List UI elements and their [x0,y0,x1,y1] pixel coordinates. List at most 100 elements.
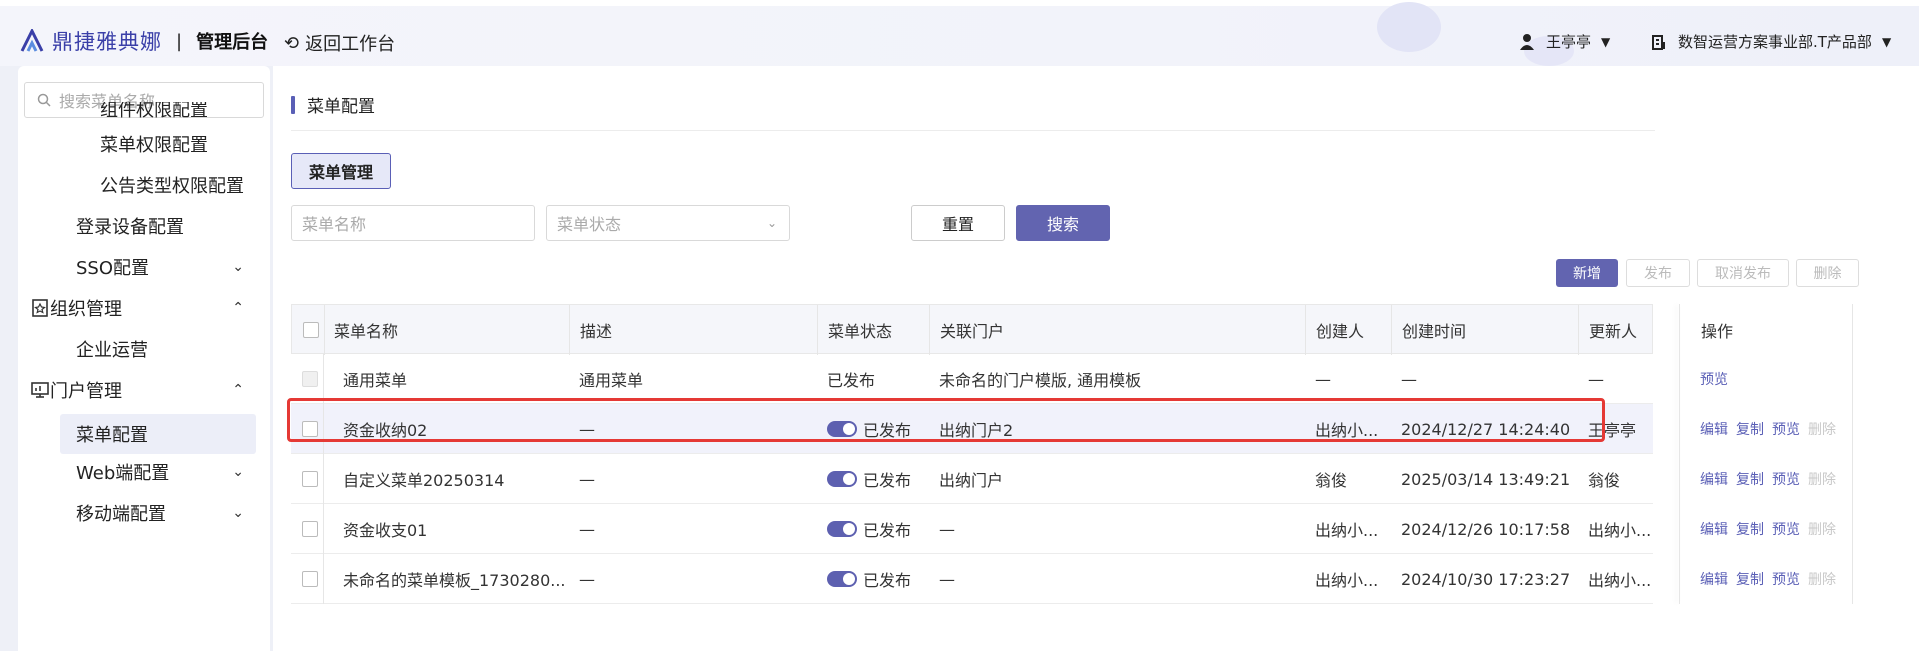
sidebar-item-sso[interactable]: SSO配置 ⌄ [18,247,270,287]
cell-updater: 王亭亭 [1588,421,1637,440]
user-name: 王亭亭 [1546,33,1592,51]
table-row[interactable]: 资金收纳02 — 已发布 出纳门户2 出纳小... 2024/12/27 14:… [291,404,1836,454]
column-header[interactable]: 描述 [570,305,818,355]
cell-status[interactable]: 已发布 [817,504,929,554]
column-header[interactable]: 关联门户 [930,305,1306,355]
row-checkbox[interactable] [302,571,318,587]
column-header[interactable]: 更新人 [1579,305,1667,355]
caret-down-icon: ▼ [1601,34,1611,49]
sidebar-item-menu-permission[interactable]: 菜单权限配置 [18,124,270,164]
publish-toggle[interactable] [827,471,857,487]
table-right-border [1852,304,1853,604]
publish-toggle[interactable] [827,521,857,537]
preview-link[interactable]: 预览 [1772,469,1800,489]
search-button[interactable]: 搜索 [1016,205,1110,241]
edit-link[interactable]: 编辑 [1700,419,1728,439]
cell-desc: — [579,519,595,539]
column-header[interactable]: 菜单名称 [324,305,570,355]
cell-desc: — [579,469,595,489]
top-bar: 鼎捷雅典娜 | 管理后台 ⟲ 返回工作台 王亭亭 ▼ 数智运营方案事业部.T产品… [0,0,1919,66]
edit-link[interactable]: 编辑 [1700,519,1728,539]
delete-link[interactable]: 删除 [1808,469,1836,489]
row-checkbox[interactable] [302,421,318,437]
sidebar-item-label: 门户管理 [50,381,122,402]
sidebar-item-label: 移动端配置 [76,504,166,525]
cell-status: 已发布 [827,371,876,390]
cell-status[interactable]: 已发布 [817,454,929,504]
preview-link[interactable]: 预览 [1772,519,1800,539]
copy-link[interactable]: 复制 [1736,419,1764,439]
cell-created: 2024/10/30 17:23:27 [1401,569,1571,589]
sidebar-item-login-device[interactable]: 登录设备配置 [18,206,270,246]
sidebar-item-mobile-config[interactable]: 移动端配置 ⌄ [18,493,270,533]
cell-creator: 出纳小... [1315,421,1379,440]
column-header[interactable]: 创建人 [1306,305,1392,355]
column-header[interactable]: 创建时间 [1392,305,1579,355]
sidebar-item-menu-config[interactable]: 菜单配置 [60,414,256,454]
status-label: 已发布 [863,421,912,440]
chevron-down-icon: ⌄ [766,216,777,230]
publish-toggle[interactable] [827,571,857,587]
cell-portal: 出纳门户2 [939,421,1014,440]
copy-link[interactable]: 复制 [1736,519,1764,539]
add-button[interactable]: 新增 [1556,259,1618,287]
delete-link[interactable]: 删除 [1808,519,1836,539]
table-row[interactable]: 自定义菜单20250314 — 已发布 出纳门户 翁俊 2025/03/14 1… [291,454,1836,504]
cell-updater: 翁俊 [1588,471,1621,490]
select-all-checkbox[interactable] [303,322,319,338]
sidebar-item-web-config[interactable]: Web端配置 ⌄ [18,452,270,492]
user-menu[interactable]: 王亭亭 ▼ [1520,31,1610,52]
copy-link[interactable]: 复制 [1736,469,1764,489]
copy-link[interactable]: 复制 [1736,569,1764,589]
publish-button[interactable]: 发布 [1626,259,1690,287]
menu-name-input[interactable]: 菜单名称 [291,205,535,241]
cell-created: 2024/12/26 10:17:58 [1401,519,1571,539]
cell-status[interactable]: 已发布 [817,554,929,604]
cell-name: 资金收支01 [343,521,428,540]
status-label: 已发布 [863,471,912,490]
cell-portal: — [939,519,955,539]
org-switcher[interactable]: 数智运营方案事业部.T产品部 ▼ [1652,31,1891,52]
column-divider [323,354,324,604]
sidebar-item-label: 公告类型权限配置 [100,176,244,197]
cell-portal: — [939,569,955,589]
cell-ops: 编辑 复制 预览 删除 [1690,554,1850,604]
column-header[interactable]: 菜单状态 [818,305,930,355]
menu-status-select[interactable]: 菜单状态 ⌄ [546,205,790,241]
edit-link[interactable]: 编辑 [1700,569,1728,589]
caret-down-icon: ▼ [1881,34,1892,49]
tab-menu-management[interactable]: 菜单管理 [291,153,391,189]
cell-status[interactable]: 已发布 [817,404,929,454]
publish-toggle[interactable] [827,421,857,437]
sidebar-item-enterprise-ops[interactable]: 企业运营 [18,329,270,369]
sidebar-item-org-management[interactable]: 组织管理 ⌃ [18,288,270,328]
cell-ops: 预览 [1690,354,1850,404]
preview-link[interactable]: 预览 [1772,569,1800,589]
back-to-workbench-button[interactable]: ⟲ 返回工作台 [284,30,395,56]
table-row[interactable]: 通用菜单 通用菜单 已发布 未命名的门户模版, 通用模板 — — — 预览 [291,354,1728,404]
cell-desc: — [579,569,595,589]
cell-creator: 出纳小... [1315,521,1379,540]
sidebar-item-portal-management[interactable]: 门户管理 ⌃ [18,370,270,410]
sidebar-item-announcement-permission[interactable]: 公告类型权限配置 [18,165,270,205]
menu-name-placeholder: 菜单名称 [302,215,367,234]
unpublish-button[interactable]: 取消发布 [1697,259,1789,287]
reset-button[interactable]: 重置 [911,205,1005,241]
title-accent-bar [291,95,295,114]
delete-link[interactable]: 删除 [1808,569,1836,589]
row-checkbox[interactable] [302,371,318,387]
row-checkbox[interactable] [302,471,318,487]
sidebar-item-label: 登录设备配置 [76,217,184,238]
delete-link[interactable]: 删除 [1808,419,1836,439]
delete-button[interactable]: 删除 [1796,259,1859,287]
edit-link[interactable]: 编辑 [1700,469,1728,489]
sidebar-item-label: 组织管理 [50,299,122,320]
preview-link[interactable]: 预览 [1772,419,1800,439]
table-row[interactable]: 资金收支01 — 已发布 — 出纳小... 2024/12/26 10:17:5… [291,504,1836,554]
brand-logo-icon [20,29,44,52]
table-row[interactable]: 未命名的菜单模板_1730280... — 已发布 — 出纳小... 2024/… [291,554,1836,604]
admin-title: 管理后台 [196,32,269,53]
row-checkbox[interactable] [302,521,318,537]
brand-name: 鼎捷雅典娜 [52,30,162,54]
preview-link[interactable]: 预览 [1700,369,1728,389]
